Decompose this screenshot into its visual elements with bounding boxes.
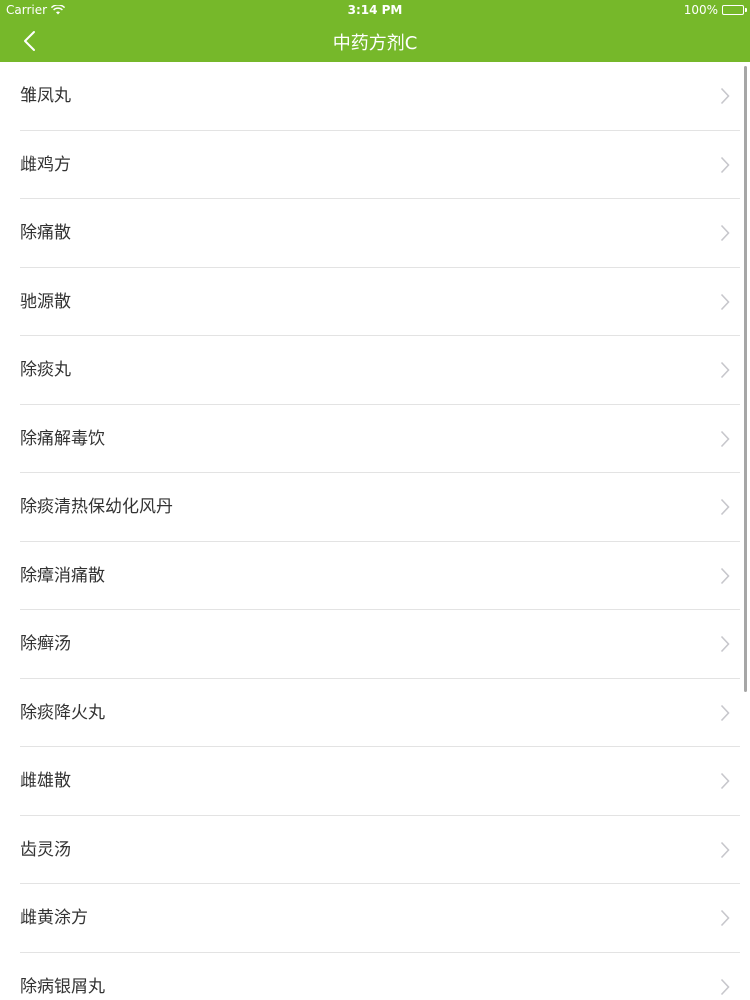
chevron-right-icon bbox=[720, 841, 730, 858]
battery-icon bbox=[722, 5, 747, 15]
chevron-right-icon bbox=[720, 498, 730, 516]
chevron-right-icon bbox=[720, 361, 730, 379]
list-item[interactable]: 除痰清热保幼化风丹 bbox=[20, 473, 740, 542]
list-item[interactable]: 雌鸡方 bbox=[20, 131, 740, 199]
status-bar: Carrier 3:14 PM 100% bbox=[0, 0, 750, 20]
list-item-label: 除痛解毒饮 bbox=[20, 428, 105, 449]
chevron-right-icon bbox=[720, 909, 730, 927]
chevron-right-icon bbox=[720, 704, 730, 721]
status-time: 3:14 PM bbox=[347, 3, 403, 17]
navigation-bar: 中药方剂C bbox=[0, 20, 750, 62]
list-item-label: 雏凤丸 bbox=[20, 86, 71, 106]
battery-group: 100% bbox=[683, 3, 747, 17]
scroll-indicator[interactable] bbox=[744, 66, 747, 692]
chevron-right-icon bbox=[720, 156, 730, 173]
list-item-label: 除痰丸 bbox=[20, 360, 71, 380]
list-item[interactable]: 雌雄散 bbox=[20, 747, 740, 816]
top-bar: Carrier 3:14 PM 100% 中药方剂C bbox=[0, 0, 750, 62]
list-item[interactable]: 除病银屑丸 bbox=[20, 953, 740, 1000]
list-item[interactable]: 除痛散 bbox=[20, 199, 740, 268]
list-item-label: 齿灵汤 bbox=[20, 839, 71, 860]
chevron-right-icon bbox=[720, 978, 730, 995]
list-item-label: 雌黄涂方 bbox=[20, 908, 88, 928]
list-item[interactable]: 雏凤丸 bbox=[20, 62, 740, 131]
list-item-label: 雌雄散 bbox=[20, 771, 71, 791]
list-item[interactable]: 除痛解毒饮 bbox=[20, 405, 740, 473]
list-item[interactable]: 齿灵汤 bbox=[20, 816, 740, 884]
page-title: 中药方剂C bbox=[332, 33, 418, 54]
list-item[interactable]: 除瘴消痛散 bbox=[20, 542, 740, 610]
chevron-right-icon bbox=[720, 430, 730, 447]
chevron-right-icon bbox=[720, 87, 730, 105]
list-item-label: 除癣汤 bbox=[20, 634, 71, 654]
list-item[interactable]: 除癣汤 bbox=[20, 610, 740, 679]
list-item[interactable]: 雌黄涂方 bbox=[20, 884, 740, 953]
chevron-right-icon bbox=[720, 772, 730, 790]
list-item-label: 除痛散 bbox=[20, 223, 71, 243]
list-item-label: 除痰降火丸 bbox=[20, 702, 105, 723]
list-item-label: 除痰清热保幼化风丹 bbox=[20, 497, 173, 517]
list-item-label: 驰源散 bbox=[20, 291, 71, 312]
formula-list[interactable]: 雏凤丸 雌鸡方 除痛散 驰源散 除痰丸 除痛解毒饮 除痰清热保幼化风丹 除瘴消痛… bbox=[0, 62, 750, 1000]
list-item[interactable]: 驰源散 bbox=[20, 268, 740, 336]
chevron-right-icon bbox=[720, 293, 730, 310]
chevron-right-icon bbox=[720, 567, 730, 584]
list-item-label: 雌鸡方 bbox=[20, 154, 71, 175]
chevron-right-icon bbox=[720, 224, 730, 242]
battery-percent: 100% bbox=[683, 3, 718, 17]
list-item-label: 除病银屑丸 bbox=[20, 976, 105, 997]
chevron-right-icon bbox=[720, 635, 730, 653]
list-item[interactable]: 除痰丸 bbox=[20, 336, 740, 405]
list-item[interactable]: 除痰降火丸 bbox=[20, 679, 740, 747]
list-item-label: 除瘴消痛散 bbox=[20, 565, 105, 586]
